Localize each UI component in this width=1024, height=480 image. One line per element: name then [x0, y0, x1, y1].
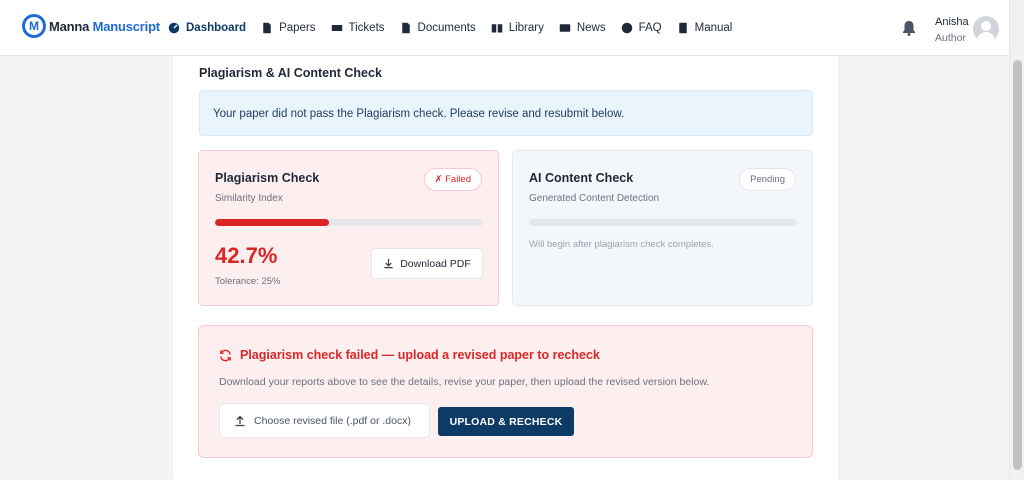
- section-title: Plagiarism & AI Content Check: [199, 66, 382, 80]
- refresh-icon: [220, 349, 231, 361]
- plagiarism-card-title: Plagiarism Check: [215, 171, 320, 185]
- plagiarism-card-subtitle: Similarity Index: [215, 193, 283, 204]
- nav-item-papers[interactable]: Papers: [261, 22, 316, 34]
- main-nav: Dashboard Papers Tickets Documents Libra…: [168, 0, 732, 56]
- ticket-icon: [331, 25, 342, 31]
- newspaper-icon: [559, 24, 571, 32]
- revised-file-input[interactable]: Choose revised file (.pdf or .docx): [219, 403, 430, 438]
- user-menu[interactable]: Anisha Author: [935, 16, 969, 44]
- file-icon: [401, 22, 410, 34]
- nav-item-manual[interactable]: Manual: [677, 22, 732, 34]
- nav-item-tickets[interactable]: Tickets: [331, 22, 385, 34]
- bell-icon[interactable]: [902, 20, 916, 36]
- dashboard-icon: [168, 22, 180, 34]
- tolerance-text: Tolerance: 25%: [215, 276, 281, 287]
- download-icon: [384, 258, 393, 269]
- nav-item-library[interactable]: Library: [491, 22, 544, 34]
- ai-card-subtitle: Generated Content Detection: [529, 193, 660, 204]
- scrollbar-thumb[interactable]: [1013, 60, 1022, 470]
- user-role: Author: [935, 32, 966, 44]
- nav-item-dashboard[interactable]: Dashboard: [168, 22, 246, 34]
- manual-icon: [678, 22, 687, 34]
- info-alert: Your paper did not pass the Plagiarism c…: [199, 90, 813, 136]
- download-pdf-button[interactable]: Download PDF: [371, 248, 483, 279]
- plagiarism-check-card: Plagiarism Check Similarity Index ✗ Fail…: [198, 150, 499, 306]
- upload-icon: [235, 415, 245, 426]
- recheck-title: Plagiarism check failed — upload a revis…: [219, 348, 600, 362]
- nav-item-news[interactable]: News: [559, 22, 606, 34]
- brand-logo-icon: M: [22, 14, 46, 38]
- book-icon: [491, 24, 502, 33]
- ai-progress-bar: [529, 219, 797, 226]
- ai-card-title: AI Content Check: [529, 171, 634, 185]
- recheck-description: Download your reports above to see the d…: [219, 376, 710, 388]
- question-icon: [621, 22, 632, 34]
- scrollbar[interactable]: [1009, 0, 1024, 480]
- similarity-percent: 42.7%: [215, 243, 278, 268]
- nav-item-documents[interactable]: Documents: [400, 22, 476, 34]
- user-name: Anisha: [935, 16, 969, 28]
- nav-item-faq[interactable]: FAQ: [621, 22, 662, 34]
- brand-name: Manna Manuscript: [49, 18, 160, 34]
- status-badge-pending: Pending: [739, 168, 796, 191]
- recheck-panel: Plagiarism check failed — upload a revis…: [198, 325, 813, 458]
- file-icon: [263, 22, 271, 34]
- brand-logo[interactable]: M Manna Manuscript: [22, 14, 160, 38]
- avatar[interactable]: [973, 16, 999, 42]
- similarity-progress-fill: [215, 219, 330, 226]
- ai-pending-note: Will begin after plagiarism check comple…: [529, 239, 714, 250]
- upload-recheck-button[interactable]: UPLOAD & RECHECK: [438, 407, 574, 436]
- status-badge-failed: ✗ Failed: [423, 168, 482, 191]
- ai-content-check-card: AI Content Check Generated Content Detec…: [512, 150, 813, 306]
- top-navbar: M Manna Manuscript Dashboard Papers Tick…: [0, 0, 1009, 56]
- similarity-progress-bar: [215, 219, 483, 226]
